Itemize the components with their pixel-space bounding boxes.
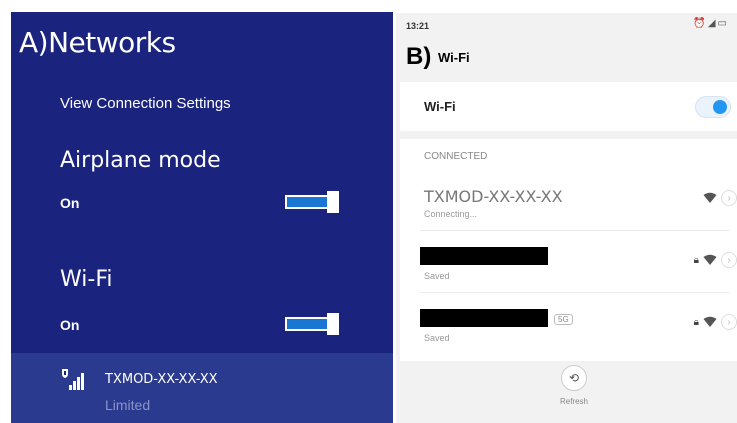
redacted-network-name xyxy=(420,309,548,327)
list-item[interactable]: 5G Saved 🔒︎ › xyxy=(420,297,737,355)
android-wifi-panel: 13:21 ⏰◢▭ B) Wi-Fi Wi-Fi CONNECTED TXMOD… xyxy=(396,13,737,423)
alarm-icon: ⏰ xyxy=(693,18,708,29)
connected-section-header: CONNECTED xyxy=(424,151,488,162)
airplane-mode-title: Airplane mode xyxy=(60,148,221,173)
row-icons: 🔒︎ › xyxy=(694,314,737,330)
network-status: Limited xyxy=(105,397,151,413)
page-title: A)Networks xyxy=(19,26,176,59)
lock-icon: 🔒︎ xyxy=(693,254,699,266)
status-bar-icons: ⏰◢▭ xyxy=(693,18,729,29)
refresh-label: Refresh xyxy=(559,397,588,406)
refresh-button[interactable]: ⟲ Refresh xyxy=(544,365,604,406)
wifi-toggle-label: Wi-Fi xyxy=(424,99,456,114)
network-status: Saved xyxy=(424,271,450,281)
airplane-mode-toggle[interactable] xyxy=(285,191,339,213)
row-icons: 🔒︎ › xyxy=(694,252,737,268)
wifi-signal-icon xyxy=(703,254,717,266)
battery-icon: ▭ xyxy=(717,18,729,29)
chevron-right-icon[interactable]: › xyxy=(721,314,737,330)
page-title: B) Wi-Fi xyxy=(406,43,470,71)
wifi-signal-shield-icon xyxy=(60,368,84,392)
network-name: TXMOD-XX-XX-XX xyxy=(424,187,563,206)
wifi-state: On xyxy=(60,317,80,333)
lock-icon: 🔒︎ xyxy=(693,316,699,328)
redacted-network-name xyxy=(420,247,548,265)
network-status: Connecting... xyxy=(424,209,478,219)
status-bar-time: 13:21 xyxy=(406,21,430,31)
wifi-signal-icon xyxy=(703,192,717,204)
wifi-page-title: Wi-Fi xyxy=(438,50,470,66)
chevron-right-icon[interactable]: › xyxy=(721,252,737,268)
wifi-signal-icon xyxy=(703,316,717,328)
windows-networks-panel: A)Networks View Connection Settings Airp… xyxy=(11,12,393,423)
network-status: Saved xyxy=(424,333,450,343)
toggle-thumb xyxy=(327,313,339,335)
divider xyxy=(420,230,730,231)
toggle-thumb xyxy=(327,191,339,213)
network-name: TXMOD-XX-XX-XX xyxy=(105,372,218,387)
wifi-title: Wi-Fi xyxy=(60,267,113,292)
networks-title: Networks xyxy=(48,26,176,59)
band-5g-badge: 5G xyxy=(554,314,573,325)
network-list: CONNECTED TXMOD-XX-XX-XX Connecting... ›… xyxy=(400,139,737,361)
row-icons: › xyxy=(703,190,737,206)
switch-thumb xyxy=(713,100,727,114)
panel-label: B) xyxy=(406,43,432,70)
panel-label: A) xyxy=(19,26,49,59)
signal-icon: ◢ xyxy=(707,18,718,29)
wifi-toggle[interactable] xyxy=(285,313,339,335)
divider xyxy=(420,292,730,293)
chevron-right-icon[interactable]: › xyxy=(721,190,737,206)
network-item[interactable]: TXMOD-XX-XX-XX Limited xyxy=(11,353,393,423)
view-connection-settings-link[interactable]: View Connection Settings xyxy=(60,95,231,112)
airplane-mode-state: On xyxy=(60,195,80,211)
list-item[interactable]: Saved 🔒︎ › xyxy=(420,235,737,293)
refresh-icon: ⟲ xyxy=(561,365,587,391)
wifi-switch[interactable] xyxy=(695,96,731,118)
wifi-toggle-row[interactable]: Wi-Fi xyxy=(400,82,737,131)
list-item[interactable]: TXMOD-XX-XX-XX Connecting... › xyxy=(420,173,737,231)
